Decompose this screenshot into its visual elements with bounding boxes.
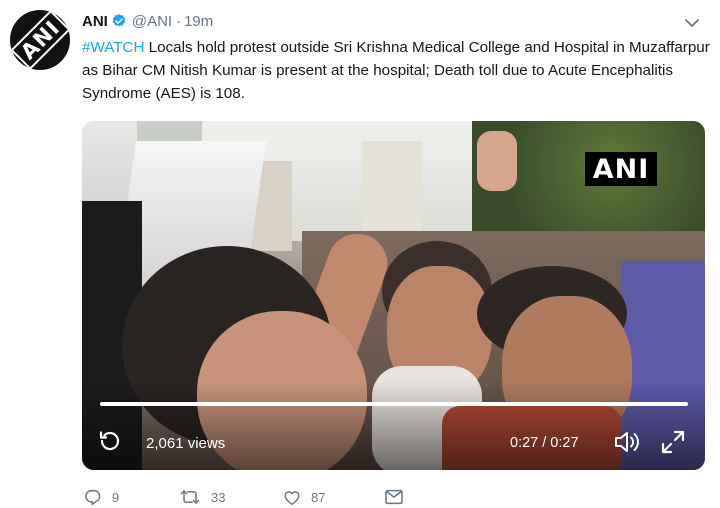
tweet-actions: 9 33 87 <box>84 486 404 508</box>
reply-icon <box>84 488 102 506</box>
tweet-text: Locals hold protest outside Sri Krishna … <box>82 39 710 102</box>
video-time: 0:27 / 0:27 <box>510 435 579 451</box>
video-view-count: 2,061 views <box>146 435 226 452</box>
video-progress-bar[interactable] <box>100 402 688 406</box>
video-watermark: ANI <box>585 152 657 186</box>
caret-down-icon[interactable] <box>684 16 700 28</box>
separator-dot: · <box>176 12 182 30</box>
tweet-timestamp[interactable]: 19m <box>184 13 213 30</box>
like-button[interactable]: 87 <box>283 489 384 506</box>
tweet-header: ANI @ANI · 19m <box>82 10 213 32</box>
retweet-count: 33 <box>211 489 226 505</box>
hashtag-link[interactable]: #WATCH <box>82 39 144 56</box>
author-name[interactable]: ANI <box>82 13 108 30</box>
volume-icon[interactable] <box>613 428 643 456</box>
author-handle[interactable]: @ANI <box>132 13 172 30</box>
reply-button[interactable]: 9 <box>84 488 179 506</box>
message-icon <box>384 489 404 505</box>
video-player[interactable]: ANI 2,061 views 0:27 / 0:27 <box>82 121 705 470</box>
video-controls-overlay <box>82 380 705 470</box>
reply-count: 9 <box>112 489 120 505</box>
avatar-logo: ANI <box>10 10 70 70</box>
fullscreen-icon[interactable] <box>659 428 687 456</box>
avatar[interactable]: ANI <box>10 10 70 70</box>
like-count: 87 <box>311 489 326 505</box>
retweet-icon <box>179 488 201 506</box>
verified-badge-icon <box>111 13 127 29</box>
video-scene-fist <box>477 131 517 191</box>
replay-icon[interactable] <box>97 428 123 454</box>
like-icon <box>283 489 301 506</box>
message-button[interactable] <box>384 489 404 505</box>
tweet-body: #WATCH Locals hold protest outside Sri K… <box>82 36 712 105</box>
retweet-button[interactable]: 33 <box>179 488 283 506</box>
